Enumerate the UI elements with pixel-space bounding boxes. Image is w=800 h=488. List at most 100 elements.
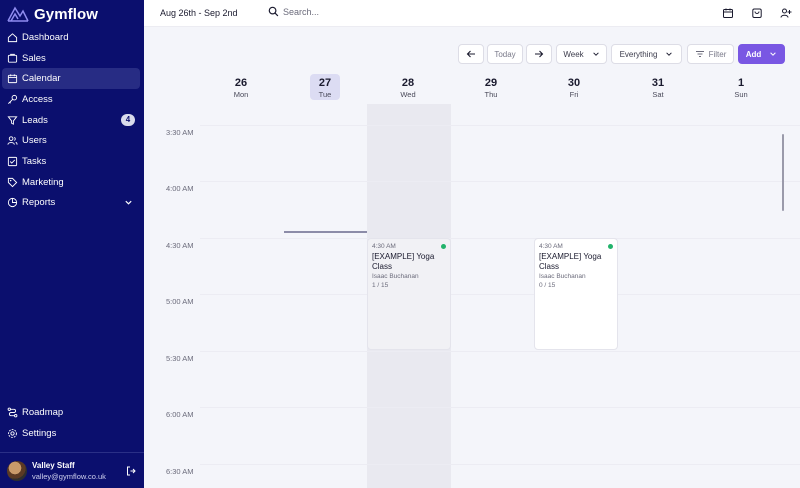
add-label: Add	[745, 49, 762, 59]
arrow-left-icon	[466, 50, 475, 58]
sidebar-item-sales[interactable]: Sales	[2, 48, 140, 69]
add-button[interactable]: Add	[738, 44, 785, 64]
sidebar-item-settings[interactable]: Settings	[2, 423, 140, 444]
sidebar-item-label: Calendar	[22, 73, 61, 85]
home-icon	[7, 32, 18, 43]
previous-week-button[interactable]	[458, 44, 484, 64]
event-card[interactable]: 4:30 AM [EXAMPLE] Yoga Class Isaac Bucha…	[534, 238, 618, 350]
chevron-down-icon[interactable]	[124, 198, 133, 207]
event-card[interactable]: 4:30 AM [EXAMPLE] Yoga Class Isaac Bucha…	[367, 238, 451, 350]
sidebar-item-label: Access	[22, 93, 53, 105]
sidebar-item-leads[interactable]: Leads 4	[2, 110, 140, 131]
hour-gridline	[200, 464, 800, 465]
event-title: [EXAMPLE] Yoga Class	[539, 252, 602, 271]
sidebar-item-label: Tasks	[22, 155, 47, 167]
filter-lines-icon	[695, 51, 704, 57]
date-range: Aug 26th - Sep 2nd	[160, 8, 238, 18]
day-header-tue[interactable]: 27 Tue	[310, 74, 340, 100]
logout-icon[interactable]	[126, 466, 136, 476]
sidebar-item-label: Users	[22, 135, 47, 147]
day-header-fri[interactable]: 30 Fri	[559, 74, 589, 100]
avatar	[7, 460, 27, 481]
user-email: valley@gymflow.co.uk	[32, 471, 106, 481]
day-header-mon[interactable]: 26 Mon	[226, 74, 256, 100]
sidebar-item-marketing[interactable]: Marketing	[2, 172, 140, 193]
sidebar-item-dashboard[interactable]: Dashboard	[2, 27, 140, 48]
sidebar-item-roadmap[interactable]: Roadmap	[2, 402, 140, 423]
user-name: Valley Staff	[32, 460, 75, 470]
brand[interactable]: Gymflow	[7, 4, 98, 24]
hour-gridline	[200, 407, 800, 408]
event-instructor: Isaac Buchanan	[372, 273, 419, 280]
filter-icon	[7, 115, 18, 126]
day-header-thu[interactable]: 29 Thu	[476, 74, 506, 100]
event-instructor: Isaac Buchanan	[539, 273, 586, 280]
day-number: 30	[567, 77, 581, 89]
arrow-right-icon	[535, 50, 544, 58]
scope-select-value: Everything	[619, 49, 658, 59]
day-header-sat[interactable]: 31 Sat	[643, 74, 673, 100]
sidebar-nav: Dashboard Sales Calendar Access Leads 4 …	[2, 27, 140, 213]
event-time: 4:30 AM	[539, 243, 563, 250]
day-number: 1	[737, 77, 745, 89]
gymflow-logo-icon	[7, 6, 29, 22]
day-name: Thu	[484, 90, 498, 99]
time-label: 6:00 AM	[166, 410, 194, 419]
event-time: 4:30 AM	[372, 243, 396, 250]
event-capacity: 1 / 15	[372, 282, 389, 289]
day-number: 28	[401, 77, 415, 89]
search-placeholder: Search...	[283, 6, 320, 17]
sidebar-item-label: Roadmap	[22, 406, 64, 418]
event-status-dot	[608, 244, 613, 249]
next-week-button[interactable]	[526, 44, 552, 64]
add-user-icon[interactable]	[780, 7, 792, 19]
hour-gridline	[200, 181, 800, 182]
day-header-wed[interactable]: 28 Wed	[393, 74, 423, 100]
filter-label: Filter	[708, 49, 727, 59]
day-name: Tue	[318, 90, 332, 99]
tasks-icon	[7, 156, 18, 167]
time-label: 4:30 AM	[166, 241, 194, 250]
filter-button[interactable]: Filter	[687, 44, 734, 64]
chevron-down-icon	[666, 52, 673, 56]
sidebar-item-reports[interactable]: Reports	[2, 193, 140, 214]
sidebar-item-calendar[interactable]: Calendar	[2, 68, 140, 90]
day-number: 26	[234, 77, 248, 89]
calendar-scrollbar[interactable]	[782, 134, 784, 211]
user-profile[interactable]: Valley Staff valley@gymflow.co.uk	[0, 452, 144, 488]
day-header-sun[interactable]: 1 Sun	[726, 74, 756, 100]
search-input[interactable]: Search...	[268, 6, 319, 17]
time-label: 5:00 AM	[166, 297, 194, 306]
event-status-dot	[441, 244, 446, 249]
hour-gridline	[200, 238, 800, 239]
day-number: 29	[484, 77, 498, 89]
sidebar-item-label: Reports	[22, 197, 56, 209]
top-bar: Aug 26th - Sep 2nd Search...	[144, 0, 800, 27]
roadmap-icon	[7, 407, 18, 418]
day-name: Sun	[734, 90, 748, 99]
shopping-bag-icon[interactable]	[751, 7, 763, 19]
view-select[interactable]: Week	[556, 44, 607, 64]
reports-icon	[7, 197, 18, 208]
event-title: [EXAMPLE] Yoga Class	[372, 252, 435, 271]
sidebar-item-label: Marketing	[22, 176, 64, 188]
time-label: 6:30 AM	[166, 467, 194, 476]
event-capacity: 0 / 15	[539, 282, 556, 289]
day-name: Wed	[400, 90, 416, 99]
chevron-down-icon	[770, 52, 777, 56]
chevron-down-icon	[592, 52, 599, 56]
today-button[interactable]: Today	[487, 44, 523, 64]
sidebar-item-users[interactable]: Users	[2, 130, 140, 151]
time-label: 4:00 AM	[166, 184, 194, 193]
gear-icon	[7, 428, 18, 439]
key-icon	[7, 94, 18, 105]
day-name: Fri	[569, 90, 579, 99]
leads-count-badge: 4	[121, 113, 135, 126]
sidebar-item-tasks[interactable]: Tasks	[2, 151, 140, 172]
hour-gridline	[200, 125, 800, 126]
sidebar-item-access[interactable]: Access	[2, 89, 140, 110]
day-name: Mon	[233, 90, 249, 99]
calendar-shortcut-icon[interactable]	[722, 7, 734, 19]
scope-select[interactable]: Everything	[611, 44, 682, 64]
day-number: 31	[651, 77, 665, 89]
